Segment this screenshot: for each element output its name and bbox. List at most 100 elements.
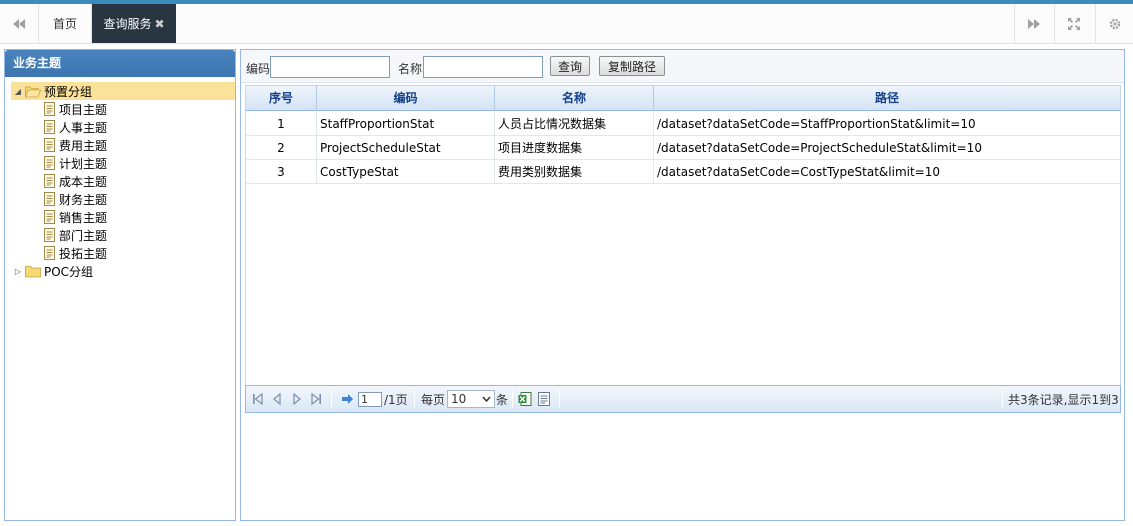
- cell-name: 项目进度数据集: [495, 136, 654, 160]
- export-text-button[interactable]: [538, 386, 550, 412]
- table-row[interactable]: 2 ProjectScheduleStat 项目进度数据集 /dataset?d…: [246, 136, 1120, 160]
- pager-separator: [1002, 391, 1003, 408]
- page-size-value: 10: [451, 392, 467, 406]
- last-page-icon: [311, 393, 321, 405]
- total-pages-text: /1页: [384, 392, 408, 407]
- tree-item-label: 销售主题: [59, 210, 108, 225]
- query-button[interactable]: 查询: [550, 56, 590, 76]
- tree-item-label: 费用主题: [59, 138, 108, 153]
- tree-item-project-topic[interactable]: 项目主题: [43, 100, 107, 118]
- tab-bar: 首页 查询服务 ✖: [0, 4, 1133, 44]
- name-label: 名称: [398, 62, 423, 76]
- pagination-bar: 1 /1页 每页 10 条 共3条记录,显示1到3: [245, 385, 1121, 413]
- previous-page-button[interactable]: [271, 386, 283, 412]
- previous-page-icon: [273, 393, 281, 405]
- close-icon[interactable]: ✖: [154, 18, 164, 30]
- tree-item-investment-topic[interactable]: 投拓主题: [43, 244, 107, 262]
- folder-open-icon: [25, 85, 41, 98]
- document-icon: [43, 138, 56, 152]
- name-input[interactable]: [423, 56, 543, 78]
- tree-item-finance-topic[interactable]: 财务主题: [43, 190, 107, 208]
- first-page-button[interactable]: [251, 386, 265, 412]
- pager-separator: [512, 391, 513, 408]
- cell-code: ProjectScheduleStat: [317, 136, 495, 160]
- document-icon: [43, 174, 56, 188]
- record-summary: 共3条记录,显示1到3: [1008, 392, 1119, 407]
- column-header-name[interactable]: 名称: [495, 86, 654, 111]
- next-page-button[interactable]: [291, 386, 303, 412]
- export-excel-button[interactable]: [518, 386, 532, 412]
- code-label: 编码: [246, 62, 271, 76]
- expanded-triangle-icon[interactable]: ◢: [11, 82, 25, 100]
- page-size-select[interactable]: 10: [447, 390, 495, 408]
- search-toolbar: 编码 名称 查询 复制路径: [241, 50, 1124, 83]
- pager-separator: [414, 391, 415, 408]
- tree-item-cost-topic[interactable]: 成本主题: [43, 172, 107, 190]
- cell-name: 人员占比情况数据集: [495, 112, 654, 136]
- per-page-unit: 条: [496, 392, 509, 407]
- column-header-path[interactable]: 路径: [654, 86, 1120, 111]
- cell-index: 3: [246, 160, 317, 184]
- grid-header: 序号 编码 名称 路径: [246, 86, 1120, 111]
- excel-icon: [518, 392, 532, 406]
- document-icon: [538, 392, 550, 406]
- cell-path: /dataset?dataSetCode=ProjectScheduleStat…: [657, 141, 982, 155]
- tree-node-label: POC分组: [44, 264, 94, 279]
- gear-icon: [1109, 18, 1120, 29]
- next-page-icon: [293, 393, 301, 405]
- tree-item-label: 投拓主题: [59, 246, 108, 261]
- arrow-right-icon: [342, 394, 353, 404]
- topic-panel-title: 业务主题: [5, 50, 235, 77]
- pager-separator: [331, 391, 332, 408]
- dataset-grid: 序号 编码 名称 路径 1 StaffProportionStat 人员占比情况…: [245, 85, 1121, 413]
- tree-item-hr-topic[interactable]: 人事主题: [43, 118, 107, 136]
- document-icon: [43, 120, 56, 134]
- cell-code: CostTypeStat: [317, 160, 495, 184]
- tree-item-label: 部门主题: [59, 228, 108, 243]
- document-icon: [43, 156, 56, 170]
- expand-icon: [1067, 17, 1080, 30]
- double-chevron-right-icon: [1027, 18, 1040, 29]
- scroll-tabs-left-button[interactable]: [0, 4, 38, 43]
- fullscreen-button[interactable]: [1054, 4, 1092, 43]
- tree-item-expense-topic[interactable]: 费用主题: [43, 136, 107, 154]
- cell-index: 1: [246, 112, 317, 136]
- cell-index: 2: [246, 136, 317, 160]
- tree-item-label: 计划主题: [59, 156, 108, 171]
- table-row[interactable]: 1 StaffProportionStat 人员占比情况数据集 /dataset…: [246, 112, 1120, 136]
- tree-item-label: 财务主题: [59, 192, 108, 207]
- first-page-icon: [253, 393, 263, 405]
- document-icon: [43, 228, 56, 242]
- tree-item-label: 项目主题: [59, 102, 108, 117]
- pager-separator: [559, 391, 560, 408]
- tree-item-plan-topic[interactable]: 计划主题: [43, 154, 107, 172]
- tree-item-label: 人事主题: [59, 120, 108, 135]
- tree-node-poc-group[interactable]: ▷ POC分组: [11, 262, 93, 280]
- cell-path: /dataset?dataSetCode=StaffProportionStat…: [657, 117, 976, 131]
- folder-icon: [25, 265, 41, 278]
- chevron-down-icon: [482, 396, 491, 402]
- tab-query-service-label: 查询服务: [103, 17, 152, 31]
- code-input[interactable]: [270, 56, 390, 78]
- tree-node-preset-group[interactable]: ◢ 预置分组: [11, 82, 235, 100]
- settings-button[interactable]: [1095, 4, 1133, 43]
- cell-name: 费用类别数据集: [495, 160, 654, 184]
- document-icon: [43, 102, 56, 116]
- column-header-code[interactable]: 编码: [317, 86, 495, 111]
- table-row[interactable]: 3 CostTypeStat 费用类别数据集 /dataset?dataSetC…: [246, 160, 1120, 184]
- topic-panel: 业务主题 ◢ 预置分组 项目主题 人事主题 费用主题 计划主题 成本主题 财务主…: [4, 49, 236, 521]
- column-header-index[interactable]: 序号: [246, 86, 317, 111]
- scroll-tabs-right-button[interactable]: [1014, 4, 1052, 43]
- per-page-label: 每页: [421, 392, 446, 407]
- tab-query-service[interactable]: 查询服务 ✖: [92, 4, 176, 43]
- copy-path-button[interactable]: 复制路径: [599, 56, 665, 76]
- tree-item-sales-topic[interactable]: 销售主题: [43, 208, 107, 226]
- tab-home[interactable]: 首页: [38, 4, 92, 43]
- collapsed-triangle-icon[interactable]: ▷: [11, 262, 25, 280]
- cell-code: StaffProportionStat: [317, 112, 495, 136]
- tree-item-department-topic[interactable]: 部门主题: [43, 226, 107, 244]
- document-icon: [43, 192, 56, 206]
- go-page-button[interactable]: [341, 386, 354, 412]
- page-number-input[interactable]: 1: [358, 391, 382, 407]
- last-page-button[interactable]: [309, 386, 323, 412]
